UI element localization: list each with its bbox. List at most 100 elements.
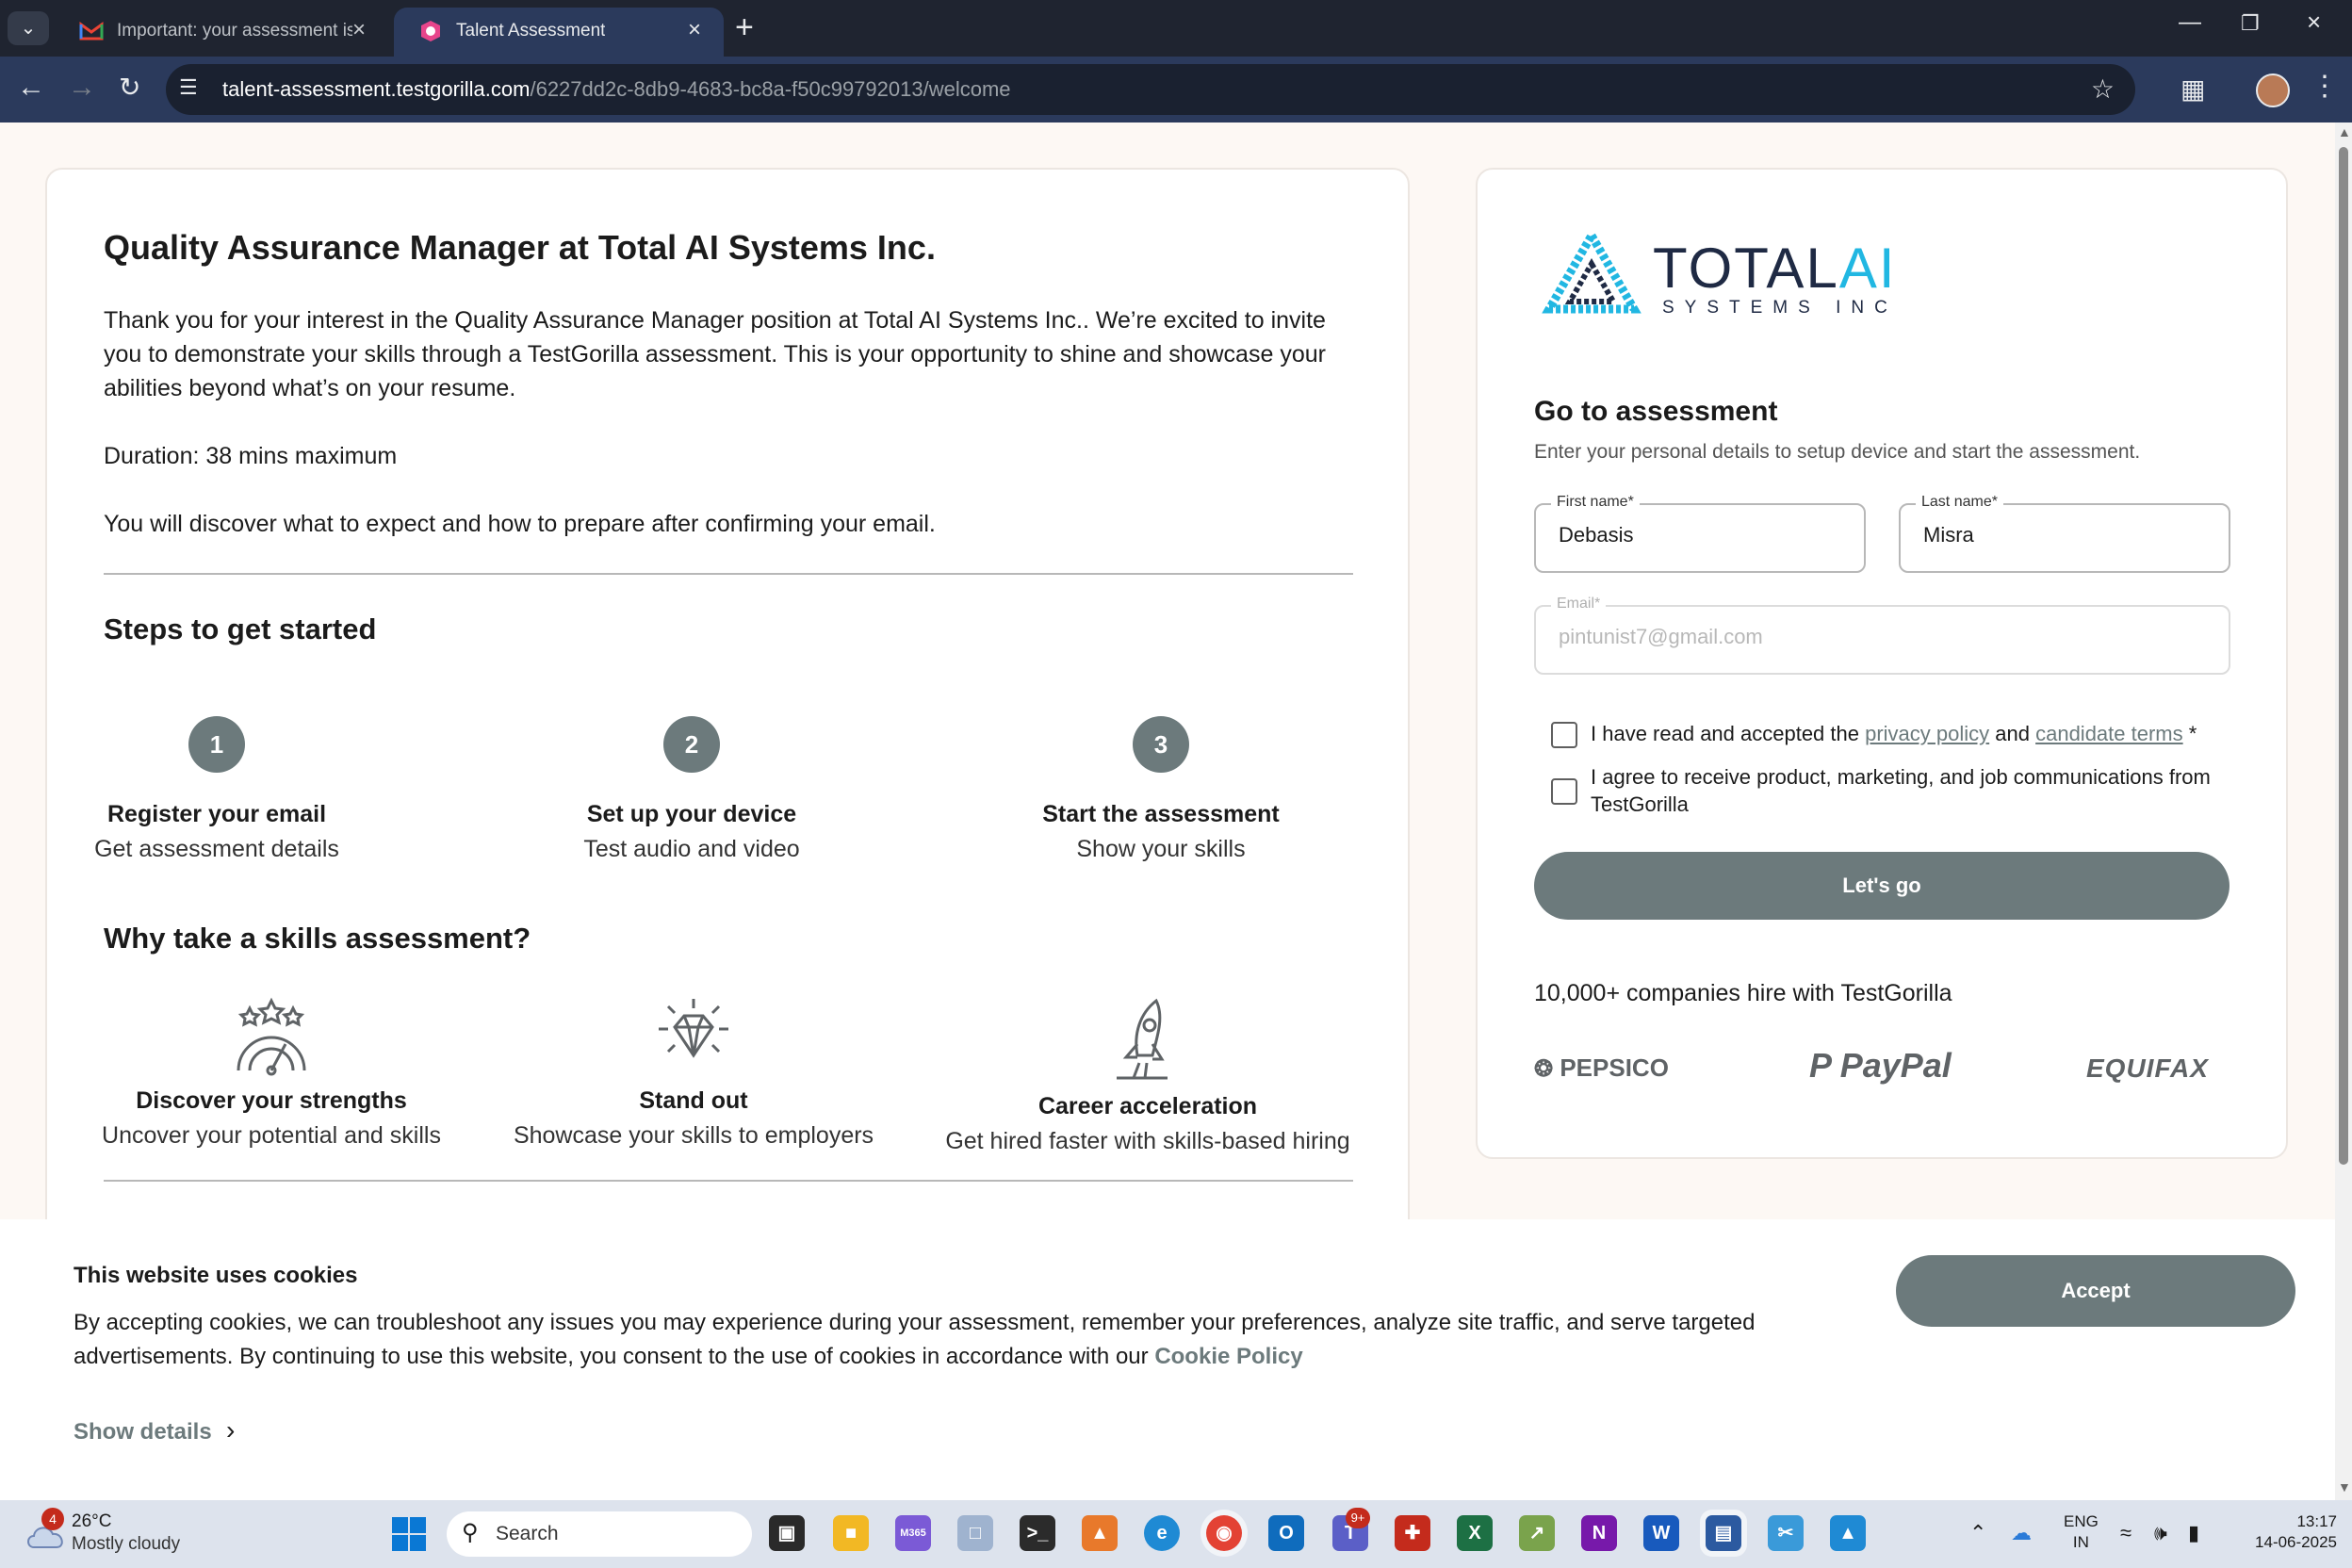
tab-gmail[interactable]: Important: your assessment is w × — [55, 8, 386, 57]
field-label: Email* — [1551, 596, 1607, 612]
restore-icon[interactable]: ❐ — [2241, 11, 2260, 36]
tab-talent-assessment[interactable]: Talent Assessment × — [394, 8, 724, 57]
last-name-input[interactable] — [1921, 522, 2204, 548]
forward-arrow-icon[interactable]: → — [68, 72, 96, 104]
back-arrow-icon[interactable]: ← — [17, 72, 45, 104]
scrollbar-thumb[interactable] — [2339, 147, 2348, 1165]
marketing-consent-label: I agree to receive product, marketing, a… — [1591, 765, 2211, 816]
weather-temp[interactable]: 26°C — [72, 1511, 111, 1532]
equifax-logo: EQUIFAX — [2086, 1054, 2209, 1083]
why-strengths: Discover your strengths Uncover your pot… — [64, 997, 479, 1150]
why-desc: Get hired faster with skills-based hirin… — [945, 1128, 1350, 1154]
gmail-icon — [79, 22, 104, 41]
file-explorer-icon[interactable]: ■ — [833, 1515, 869, 1551]
candidate-terms-link[interactable]: candidate terms — [2035, 722, 2183, 745]
accept-cookies-button[interactable]: Accept — [1896, 1255, 2295, 1327]
step-2: 2 Set up your device Test audio and vide… — [522, 716, 861, 863]
profile-avatar[interactable] — [2256, 74, 2290, 107]
first-name-input[interactable] — [1557, 522, 1839, 548]
cookie-policy-link[interactable]: Cookie Policy — [1154, 1344, 1302, 1369]
close-tab-icon[interactable]: × — [352, 17, 366, 43]
scroll-up-icon[interactable]: ▲ — [2338, 124, 2351, 139]
first-name-field[interactable]: First name* — [1534, 494, 1866, 573]
site-settings-icon[interactable]: ☰ — [179, 75, 198, 100]
why-stand-out: Stand out Showcase your skills to employ… — [486, 997, 901, 1150]
why-heading: Why take a skills assessment? — [104, 922, 531, 955]
new-tab-icon[interactable]: + — [735, 9, 754, 46]
reload-icon[interactable]: ↻ — [119, 72, 140, 103]
chart-app-icon[interactable]: ↗ — [1519, 1515, 1555, 1551]
teams-badge: 9+ — [1346, 1508, 1370, 1528]
field-label: First name* — [1551, 494, 1640, 511]
privacy-policy-link[interactable]: privacy policy — [1865, 722, 1989, 745]
chevron-right-icon[interactable]: › — [226, 1415, 235, 1446]
bookmark-star-icon[interactable]: ☆ — [2091, 74, 2115, 105]
diamond-icon — [659, 999, 728, 1058]
volume-icon[interactable]: 🕪 — [2154, 1521, 2167, 1545]
close-tab-icon[interactable]: × — [688, 17, 701, 43]
terminal-icon[interactable]: >_ — [1020, 1515, 1055, 1551]
word-icon[interactable]: W — [1643, 1515, 1679, 1551]
weather-condition[interactable]: Mostly cloudy — [72, 1534, 180, 1555]
rocket-icon — [1117, 998, 1168, 1080]
m365-icon[interactable]: M365 — [895, 1515, 931, 1551]
field-label: Last name* — [1916, 494, 2003, 511]
chrome-browser-icon[interactable]: ◉ — [1206, 1515, 1242, 1551]
tab-search-chevron-icon[interactable]: ⌄ — [8, 11, 49, 45]
steps-heading: Steps to get started — [104, 612, 377, 645]
taskbar-search[interactable]: ⚲ Search — [447, 1511, 752, 1557]
url-bar[interactable]: ☰ talent-assessment.testgorilla.com/6227… — [166, 64, 2135, 115]
excel-icon[interactable]: X — [1457, 1515, 1493, 1551]
pepsico-logo: ❂ PEPSICO — [1534, 1054, 1669, 1082]
discover-text: You will discover what to expect and how… — [104, 511, 936, 537]
security-shield-icon[interactable]: ✚ — [1395, 1515, 1430, 1551]
step-desc: Get assessment details — [94, 836, 339, 862]
last-name-field[interactable]: Last name* — [1899, 494, 2230, 573]
job-title: Quality Assurance Manager at Total AI Sy… — [104, 228, 936, 267]
total-ai-logo-icon — [1542, 228, 1642, 314]
cookie-body: By accepting cookies, we can troubleshoo… — [74, 1310, 1756, 1369]
company-logo-text: TOTALAI — [1653, 237, 1897, 300]
tab-title: Important: your assessment is w — [117, 21, 352, 41]
extensions-puzzle-icon[interactable]: ▦ — [2180, 74, 2205, 105]
terms-checkbox[interactable] — [1551, 722, 1577, 748]
edge-browser-icon[interactable]: e — [1144, 1515, 1180, 1551]
job-intro: Thank you for your interest in the Quali… — [104, 307, 1326, 401]
office-app-icon[interactable]: ▲ — [1082, 1515, 1118, 1551]
photos-icon[interactable]: ▲ — [1830, 1515, 1866, 1551]
onedrive-cloud-icon[interactable]: ☁ — [2011, 1521, 2032, 1545]
start-windows-icon[interactable] — [392, 1517, 426, 1551]
marketing-checkbox[interactable] — [1551, 778, 1577, 805]
battery-icon[interactable]: ▮ — [2188, 1521, 2199, 1545]
page-scrollbar[interactable]: ▲ ▼ — [2335, 122, 2352, 1500]
lets-go-button[interactable]: Let's go — [1534, 852, 2230, 920]
browser-tab-bar: ⌄ Important: your assessment is w × Tale… — [0, 0, 2352, 57]
wifi-icon[interactable]: ≈ — [2120, 1521, 2132, 1545]
step-1: 1 Register your email Get assessment det… — [47, 716, 386, 863]
show-details-button[interactable]: Show details — [74, 1419, 212, 1446]
task-view-icon[interactable]: ▣ — [769, 1515, 805, 1551]
why-career: Career acceleration Get hired faster wit… — [940, 997, 1355, 1155]
scroll-down-icon[interactable]: ▼ — [2338, 1479, 2351, 1494]
paypal-logo: P PayPal — [1809, 1046, 1952, 1085]
more-menu-icon[interactable]: ⋮ — [2311, 70, 2339, 103]
pepsico-globe-icon: ❂ — [1534, 1056, 1554, 1082]
outlook-icon[interactable]: O — [1268, 1515, 1304, 1551]
hire-count-text: 10,000+ companies hire with TestGorilla — [1534, 980, 1952, 1006]
close-window-icon[interactable]: × — [2307, 8, 2321, 37]
clock[interactable]: 13:17 14-06-2025 — [2233, 1511, 2337, 1553]
language-indicator[interactable]: ENG IN — [2064, 1511, 2099, 1553]
minimize-icon[interactable]: — — [2179, 9, 2201, 36]
step-number: 3 — [1133, 716, 1189, 773]
url-text[interactable]: talent-assessment.testgorilla.com/6227dd… — [222, 77, 1011, 102]
why-title: Discover your strengths — [136, 1087, 407, 1114]
form-heading: Go to assessment — [1534, 396, 1778, 427]
cookie-banner: This website uses cookies By accepting c… — [0, 1219, 2335, 1500]
show-hidden-icons-chevron[interactable]: ⌃ — [1969, 1521, 1986, 1545]
remote-desktop-icon[interactable]: ▤ — [1706, 1515, 1741, 1551]
window-app-icon[interactable]: □ — [957, 1515, 993, 1551]
onenote-icon[interactable]: N — [1581, 1515, 1617, 1551]
snipping-tool-icon[interactable]: ✂ — [1768, 1515, 1804, 1551]
step-number: 2 — [663, 716, 720, 773]
step-3: 3 Start the assessment Show your skills — [991, 716, 1331, 863]
